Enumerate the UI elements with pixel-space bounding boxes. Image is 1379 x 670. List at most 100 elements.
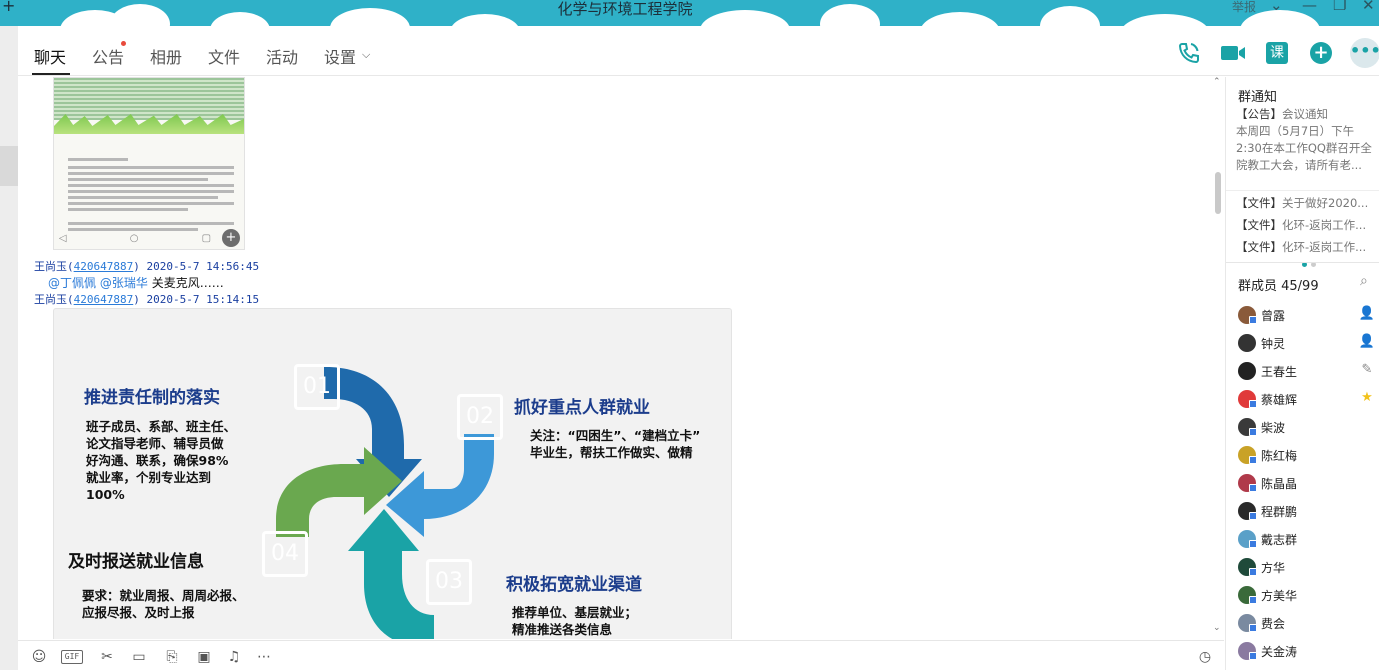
mention[interactable]: @丁佩佩 — [48, 276, 96, 290]
member-row[interactable]: 柴波 — [1238, 417, 1378, 439]
member-row[interactable]: 戴志群 — [1238, 529, 1378, 551]
minimize-button[interactable]: — — [1302, 0, 1317, 14]
tab-bar: 聊天 公告 相册 文件 活动 设置 ⌵ 课 + ••• — [18, 26, 1379, 76]
heading-04: 及时报送就业信息 — [68, 552, 204, 572]
notice-line[interactable]: 院教工大会，请所有老... — [1236, 157, 1378, 174]
phone-icon[interactable] — [1176, 40, 1202, 66]
restore-button[interactable]: ❐ — [1333, 0, 1346, 14]
chevron-down-icon[interactable]: ⌵ — [362, 48, 370, 62]
mobile-badge-icon — [1249, 540, 1257, 548]
scroll-thumb[interactable] — [1215, 172, 1221, 214]
image-message-infographic[interactable]: 01 02 03 04 推进责任制的落实 班子成员、系部、班主任、 论文指导老师、… — [53, 308, 732, 639]
file-item[interactable]: 【文件】关于做好2020... — [1236, 195, 1378, 212]
avatar[interactable] — [1238, 362, 1256, 380]
member-name[interactable]: 王春生 — [1261, 363, 1297, 380]
chat-area: ◁ ○ ▢ + 王尚玉(420647887) 2020-5-7 14:56:45… — [18, 77, 1224, 639]
chevron-down-icon[interactable]: ⌄ — [1270, 0, 1283, 14]
member-name[interactable]: 蔡雄辉 — [1261, 391, 1297, 408]
file-item[interactable]: 【文件】化环-返岗工作... — [1236, 217, 1378, 234]
member-row[interactable]: 费会 — [1238, 613, 1378, 635]
member-name[interactable]: 柴波 — [1261, 419, 1285, 436]
message-time: 2020-5-7 14:56:45 — [146, 260, 260, 273]
member-row[interactable]: 方华 — [1238, 557, 1378, 579]
member-row[interactable]: 陈红梅 — [1238, 445, 1378, 467]
member-name[interactable]: 戴志群 — [1261, 531, 1297, 548]
emoji-icon[interactable]: ☺ — [30, 648, 48, 666]
member-row[interactable]: 方美华 — [1238, 585, 1378, 607]
person-icon: 👤 — [1358, 306, 1376, 321]
sender-qq-link[interactable]: 420647887 — [74, 293, 134, 306]
left-strip — [0, 26, 18, 670]
notice-line[interactable]: 本周四（5月7日）下午 — [1236, 123, 1378, 140]
scissors-icon[interactable]: ✂ — [98, 648, 116, 666]
member-name[interactable]: 方美华 — [1261, 587, 1297, 604]
more-icon[interactable]: ⋯ — [255, 648, 273, 666]
report-button[interactable]: 举报 — [1232, 0, 1256, 15]
mobile-badge-icon — [1249, 624, 1257, 632]
add-icon[interactable]: + — [1308, 40, 1334, 66]
member-row[interactable]: 关金涛 — [1238, 641, 1378, 663]
sender-name[interactable]: 王尚玉 — [34, 260, 67, 273]
member-name[interactable]: 钟灵 — [1261, 335, 1285, 352]
gif-icon[interactable]: GIF — [61, 650, 83, 664]
step-02-badge: 02 — [457, 394, 503, 440]
member-name[interactable]: 方华 — [1261, 559, 1285, 576]
mobile-badge-icon — [1249, 484, 1257, 492]
video-call-icon[interactable] — [1220, 40, 1246, 66]
scroll-down-icon[interactable]: ⌄ — [1213, 623, 1221, 633]
sender-name[interactable]: 王尚玉 — [34, 293, 67, 306]
bell-off-icon[interactable]: ♫ — [225, 648, 243, 666]
member-row[interactable]: 陈晶晶 — [1238, 473, 1378, 495]
body-04: 要求：就业周报、周周必报、 应报尽报、及时上报 — [82, 588, 245, 620]
notice-line[interactable]: 2:30在本工作QQ群召开全 — [1236, 140, 1378, 157]
message-time: 2020-5-7 15:14:15 — [146, 293, 260, 306]
image-message-thumbnail[interactable]: ◁ ○ ▢ + — [53, 77, 245, 250]
group-notice-title[interactable]: 群通知 — [1238, 86, 1277, 105]
member-row[interactable]: 程群鹏 — [1238, 501, 1378, 523]
member-name[interactable]: 曾露 — [1261, 307, 1285, 324]
heading-01: 推进责任制的落实 — [84, 388, 220, 408]
body-01: 班子成员、系部、班主任、 论文指导老师、辅导员做 好沟通、联系，确保98% 就业率，个… — [86, 419, 237, 502]
mobile-badge-icon — [1249, 428, 1257, 436]
member-row[interactable]: 蔡雄辉 ★ — [1238, 389, 1378, 411]
avatar[interactable] — [1238, 334, 1256, 352]
image-icon[interactable]: ▣ — [195, 648, 213, 666]
tab-activity[interactable]: 活动 — [266, 44, 298, 68]
mobile-badge-icon — [1249, 512, 1257, 520]
more-icon[interactable]: ••• — [1350, 38, 1379, 68]
history-icon[interactable]: ◷ — [1196, 648, 1214, 666]
tab-settings[interactable]: 设置 — [324, 44, 356, 68]
members-title: 群成员 45/99 — [1238, 279, 1319, 294]
phone-nav-bar: ◁ ○ ▢ — [58, 233, 242, 244]
search-icon[interactable]: ⌕ — [1360, 273, 1368, 289]
tab-files[interactable]: 文件 — [208, 44, 240, 68]
member-row[interactable]: 王春生 ✎ — [1238, 361, 1378, 383]
mobile-badge-icon — [1249, 456, 1257, 464]
file-icon[interactable]: ⎘ — [163, 648, 181, 666]
mention[interactable]: @张瑞华 — [100, 276, 148, 290]
scroll-up-icon[interactable]: ⌃ — [1213, 77, 1221, 87]
member-name[interactable]: 陈晶晶 — [1261, 475, 1297, 492]
edit-icon: ✎ — [1361, 362, 1373, 377]
member-row[interactable]: 曾露 👤 — [1238, 305, 1378, 327]
notice-line[interactable]: 【公告】会议通知 — [1236, 106, 1378, 123]
chat-scrollbar[interactable]: ⌃ ⌄ — [1212, 77, 1224, 639]
tab-announcement[interactable]: 公告 — [92, 44, 124, 68]
member-row[interactable]: 钟灵 👤 — [1238, 333, 1378, 355]
group-side-panel: 群通知 【公告】会议通知 本周四（5月7日）下午 2:30在本工作QQ群召开全 … — [1225, 77, 1379, 670]
zoom-in-icon[interactable]: + — [222, 229, 240, 247]
member-name[interactable]: 关金涛 — [1261, 643, 1297, 660]
tab-chat[interactable]: 聊天 — [34, 44, 66, 68]
step-03-badge: 03 — [426, 559, 472, 605]
member-name[interactable]: 费会 — [1261, 615, 1285, 632]
class-icon[interactable]: 课 — [1264, 40, 1290, 66]
message-header: 王尚玉(420647887) 2020-5-7 14:56:45 — [34, 260, 260, 273]
tab-album[interactable]: 相册 — [150, 44, 182, 68]
folder-icon[interactable]: ▭ — [130, 648, 148, 666]
close-button[interactable]: ✕ — [1362, 0, 1375, 14]
member-name[interactable]: 陈红梅 — [1261, 447, 1297, 464]
unread-dot — [121, 41, 126, 46]
member-name[interactable]: 程群鹏 — [1261, 503, 1297, 520]
input-toolbar: ☺ GIF ✂ ▭ ⎘ ▣ ♫ ⋯ ◷ — [18, 640, 1224, 670]
sender-qq-link[interactable]: 420647887 — [74, 260, 134, 273]
